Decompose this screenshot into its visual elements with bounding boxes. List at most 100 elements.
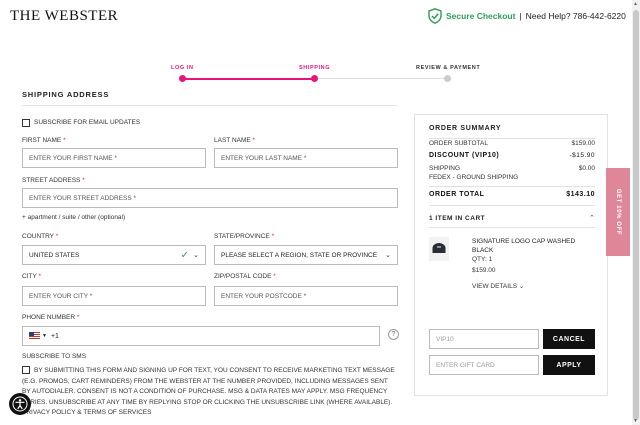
discount-label: DISCOUNT (VIP10) — [429, 152, 500, 159]
required-mark: * — [55, 233, 59, 240]
scroll-down-arrow-icon[interactable]: ▼ — [633, 418, 638, 424]
required-mark: * — [38, 273, 42, 280]
phone-country-code: +1 — [50, 332, 59, 340]
city-field[interactable]: ENTER YOUR CITY * — [22, 286, 206, 306]
site-header: THE WEBSTER Secure Checkout | Need Help?… — [0, 0, 632, 32]
progress-dot-review — [444, 75, 451, 82]
last-name-label: LAST NAME * — [214, 137, 255, 144]
street-label: STREET ADDRESS * — [22, 177, 85, 184]
subscribe-email-checkbox[interactable] — [22, 119, 30, 127]
zip-label: ZIP/POSTAL CODE * — [214, 273, 276, 280]
last-name-label-text: LAST NAME — [214, 137, 251, 144]
country-select[interactable]: UNITED STATES ✓ ⌄ — [22, 245, 206, 265]
subscribe-email-row[interactable]: SUBSCRIBE FOR EMAIL UPDATES — [22, 119, 140, 127]
discount-side-tab[interactable]: GET 10% OFF — [606, 168, 630, 256]
city-label: CITY * — [22, 273, 41, 280]
total-value: $143.10 — [566, 191, 595, 198]
scroll-up-arrow-icon[interactable]: ▲ — [633, 1, 638, 7]
step-review-payment: REVIEW & PAYMENT — [416, 65, 481, 71]
accessibility-button[interactable] — [9, 393, 31, 415]
step-shipping: SHIPPING — [299, 65, 331, 71]
required-mark: * — [63, 137, 66, 144]
total-label: ORDER TOTAL — [429, 191, 485, 198]
phone-field[interactable]: ▼ +1 — [22, 326, 380, 346]
discount-row: DISCOUNT (VIP10) -$15.90 — [429, 152, 595, 159]
order-summary-title: ORDER SUMMARY — [429, 125, 502, 132]
street-label-text: STREET ADDRESS — [22, 177, 81, 184]
sms-consent-text: BY SUBMITTING THIS FORM AND SIGNING UP F… — [22, 367, 395, 416]
total-row: ORDER TOTAL $143.10 — [429, 191, 595, 198]
progress-dot-login — [179, 75, 186, 82]
page-scrollbar[interactable]: ▲ ▼ — [632, 0, 640, 425]
chevron-up-icon[interactable]: ⌃ — [589, 214, 595, 222]
state-label: STATE/PROVINCE * — [214, 233, 274, 240]
caret-down-icon[interactable]: ▼ — [42, 333, 47, 339]
accessibility-icon — [12, 396, 28, 412]
subtotal-label: ORDER SUBTOTAL — [429, 140, 488, 147]
phone-label-text: PHONE NUMBER — [22, 314, 76, 321]
promo-code-field[interactable]: VIP10 — [429, 329, 539, 349]
city-label-text: CITY — [22, 273, 37, 280]
required-mark: * — [76, 314, 80, 321]
cancel-promo-button[interactable]: CANCEL — [543, 329, 595, 349]
phone-label: PHONE NUMBER * — [22, 314, 79, 321]
chevron-down-icon: ⌄ — [518, 283, 525, 290]
country-label: COUNTRY * — [22, 233, 58, 240]
required-mark: * — [82, 177, 85, 184]
site-logo[interactable]: THE WEBSTER — [10, 8, 118, 25]
us-flag-icon[interactable] — [29, 332, 40, 340]
add-apartment-link[interactable]: + apartment / suite / other (optional) — [22, 214, 125, 221]
state-value: PLEASE SELECT A REGION, STATE OR PROVINC… — [221, 251, 378, 259]
summary-divider — [429, 138, 595, 139]
secure-checkout-label: Secure Checkout — [446, 11, 516, 21]
product-image[interactable] — [429, 237, 449, 261]
help-icon[interactable]: ? — [388, 329, 399, 340]
last-name-field[interactable]: ENTER YOUR LAST NAME * — [214, 148, 398, 168]
first-name-label: FIRST NAME * — [22, 137, 66, 144]
checkmark-icon: ✓ — [180, 250, 189, 261]
required-mark: * — [252, 137, 256, 144]
items-in-cart-toggle[interactable]: 1 ITEM IN CART — [429, 215, 485, 222]
product-price: $159.00 — [472, 267, 496, 274]
progress-line-todo — [315, 78, 448, 79]
first-name-label-text: FIRST NAME — [22, 137, 62, 144]
summary-divider — [429, 205, 595, 206]
header-separator: | — [519, 11, 522, 21]
product-name[interactable]: SIGNATURE LOGO CAP WASHED BLACK — [472, 237, 597, 255]
help-phone[interactable]: Need Help? 786-442-6220 — [526, 11, 626, 21]
secure-checkout: Secure Checkout | Need Help? 786-442-622… — [428, 8, 626, 24]
shipping-row: SHIPPING $0.00 — [429, 165, 595, 172]
subtotal-value: $159.00 — [571, 140, 596, 147]
sms-consent-checkbox[interactable] — [22, 366, 30, 375]
gift-card-field[interactable]: ENTER GIFT CARD — [429, 355, 539, 375]
required-mark: * — [273, 273, 276, 280]
summary-divider — [429, 186, 595, 187]
progress-dot-shipping — [311, 75, 318, 82]
street-field[interactable]: ENTER YOUR STREET ADDRESS * — [22, 188, 398, 208]
required-mark: * — [271, 233, 275, 240]
shipping-value: $0.00 — [578, 165, 595, 172]
sms-title: SUBSCRIBE TO SMS — [22, 353, 87, 360]
shipping-method: FEDEX - GROUND SHIPPING — [429, 174, 519, 181]
apply-gift-card-button[interactable]: APPLY — [543, 355, 595, 375]
subscribe-email-label: SUBSCRIBE FOR EMAIL UPDATES — [34, 119, 141, 126]
step-login[interactable]: LOG IN — [171, 65, 194, 71]
sms-consent: BY SUBMITTING THIS FORM AND SIGNING UP F… — [22, 366, 397, 419]
checkout-progress: LOG IN SHIPPING REVIEW & PAYMENT — [160, 62, 490, 86]
view-details-label: VIEW DETAILS — [472, 283, 518, 290]
state-label-text: STATE/PROVINCE — [214, 233, 270, 240]
product-qty: QTY: 1 — [472, 256, 493, 263]
shield-check-icon — [428, 8, 442, 24]
first-name-field[interactable]: ENTER YOUR FIRST NAME * — [22, 148, 206, 168]
view-details-link[interactable]: VIEW DETAILS ⌄ — [472, 282, 524, 290]
order-summary: ORDER SUMMARY ORDER SUBTOTAL $159.00 DIS… — [414, 114, 608, 396]
zip-label-text: ZIP/POSTAL CODE — [214, 273, 272, 280]
country-label-text: COUNTRY — [22, 233, 54, 240]
state-select[interactable]: PLEASE SELECT A REGION, STATE OR PROVINC… — [214, 245, 398, 265]
zip-field[interactable]: ENTER YOUR POSTCODE * — [214, 286, 398, 306]
scrollbar-thumb[interactable] — [633, 10, 639, 420]
discount-side-tab-label: GET 10% OFF — [615, 188, 621, 236]
summary-divider — [429, 227, 595, 228]
chevron-down-icon: ⌄ — [193, 252, 199, 259]
progress-line-done — [182, 78, 315, 80]
